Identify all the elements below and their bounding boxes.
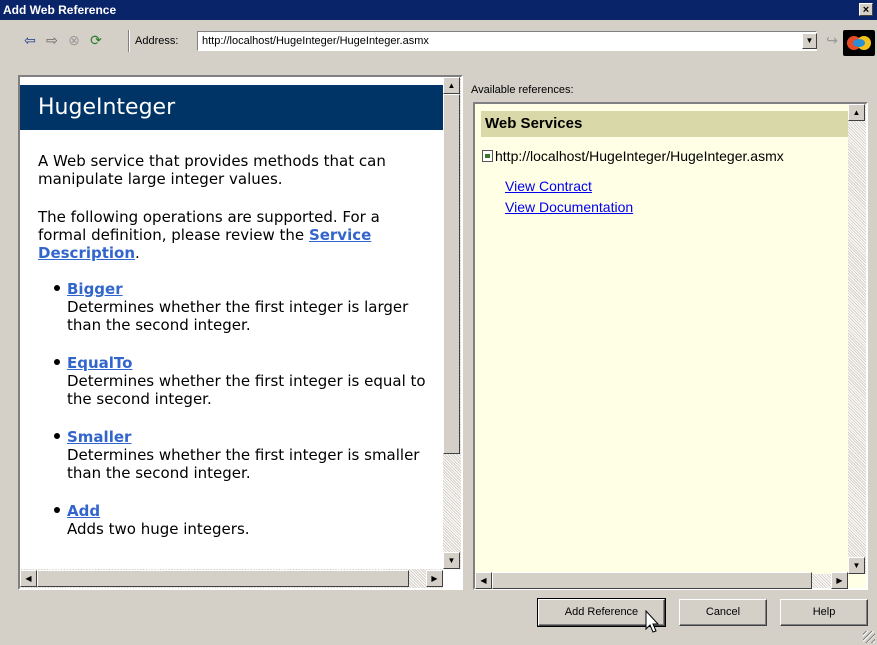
stop-icon[interactable]: ⊗ <box>66 32 82 48</box>
scroll-thumb[interactable] <box>492 572 812 589</box>
operation-description: Determines whether the first integer is … <box>67 298 409 334</box>
available-references-pane: Web Services http://localhost/HugeIntege… <box>473 102 868 590</box>
go-icon[interactable]: ↪ <box>824 32 840 50</box>
cancel-button[interactable]: Cancel <box>679 599 767 626</box>
list-item: Add Adds two huge integers. <box>54 502 429 538</box>
mouse-cursor-icon <box>645 610 660 633</box>
chevron-down-icon[interactable]: ▼ <box>802 33 817 49</box>
scroll-right-icon[interactable]: ▶ <box>831 572 848 589</box>
bullet-icon <box>54 359 60 365</box>
scroll-down-icon[interactable]: ▼ <box>443 552 460 569</box>
logo-icon <box>843 30 875 56</box>
operation-link-equalto[interactable]: EqualTo <box>67 354 429 372</box>
close-icon[interactable]: × <box>859 3 873 16</box>
web-service-url: http://localhost/HugeInteger/HugeInteger… <box>495 148 784 164</box>
refresh-icon[interactable]: ⟳ <box>88 32 104 48</box>
resize-grip-icon[interactable] <box>863 631 875 643</box>
scroll-up-icon[interactable]: ▲ <box>848 104 865 121</box>
back-icon[interactable]: ⇦ <box>22 32 38 48</box>
scroll-up-icon[interactable]: ▲ <box>443 77 460 94</box>
toolbar-divider <box>128 30 130 52</box>
view-contract-link[interactable]: View Contract <box>505 178 592 194</box>
list-item: Smaller Determines whether the first inte… <box>54 428 429 482</box>
operation-description: Determines whether the first integer is … <box>67 446 420 482</box>
operation-link-bigger[interactable]: Bigger <box>67 280 429 298</box>
service-description-pane: HugeInteger A Web service that provides … <box>18 75 463 590</box>
operation-description: Adds two huge integers. <box>67 520 250 538</box>
title-bar: Add Web Reference × <box>0 0 877 20</box>
forward-icon[interactable]: ⇨ <box>44 32 60 48</box>
bullet-icon <box>54 433 60 439</box>
scroll-left-icon[interactable]: ◀ <box>475 572 492 589</box>
service-page: HugeInteger A Web service that provides … <box>20 77 443 569</box>
scroll-down-icon[interactable]: ▼ <box>848 557 865 574</box>
operation-description: Determines whether the first integer is … <box>67 372 426 408</box>
right-horizontal-scrollbar[interactable]: ◀ ▶ <box>475 572 848 589</box>
web-services-header: Web Services <box>481 111 850 137</box>
scroll-left-icon[interactable]: ◀ <box>20 570 37 587</box>
left-horizontal-scrollbar[interactable]: ◀ ▶ <box>20 569 443 588</box>
scroll-thumb[interactable] <box>443 94 460 454</box>
list-item: Bigger Determines whether the first integ… <box>54 280 429 334</box>
window-title: Add Web Reference <box>3 3 117 17</box>
document-icon <box>482 150 493 162</box>
operations-intro: The following operations are supported. … <box>38 208 380 262</box>
view-documentation-link[interactable]: View Documentation <box>505 199 633 215</box>
operations-list: Bigger Determines whether the first integ… <box>38 280 429 538</box>
available-references-label: Available references: <box>471 84 574 96</box>
bullet-icon <box>54 507 60 513</box>
toolbar: ⇦ ⇨ ⊗ ⟳ Address: ▼ ↪ <box>0 22 877 64</box>
references-content: Web Services http://localhost/HugeIntege… <box>475 104 850 574</box>
list-item: EqualTo Determines whether the first inte… <box>54 354 429 408</box>
operation-link-add[interactable]: Add <box>67 502 429 520</box>
page-title: HugeInteger <box>20 85 443 130</box>
right-vertical-scrollbar[interactable]: ▲ ▼ <box>848 104 866 574</box>
help-button[interactable]: Help <box>780 599 868 626</box>
service-description-text: A Web service that provides methods that… <box>38 152 386 188</box>
scroll-right-icon[interactable]: ▶ <box>426 570 443 587</box>
bullet-icon <box>54 285 60 291</box>
operation-link-smaller[interactable]: Smaller <box>67 428 429 446</box>
left-vertical-scrollbar[interactable]: ▲ ▼ <box>443 77 461 569</box>
web-service-entry: http://localhost/HugeInteger/HugeInteger… <box>482 148 784 164</box>
scroll-thumb[interactable] <box>37 570 409 587</box>
address-input[interactable] <box>197 31 817 51</box>
address-label: Address: <box>135 35 179 47</box>
